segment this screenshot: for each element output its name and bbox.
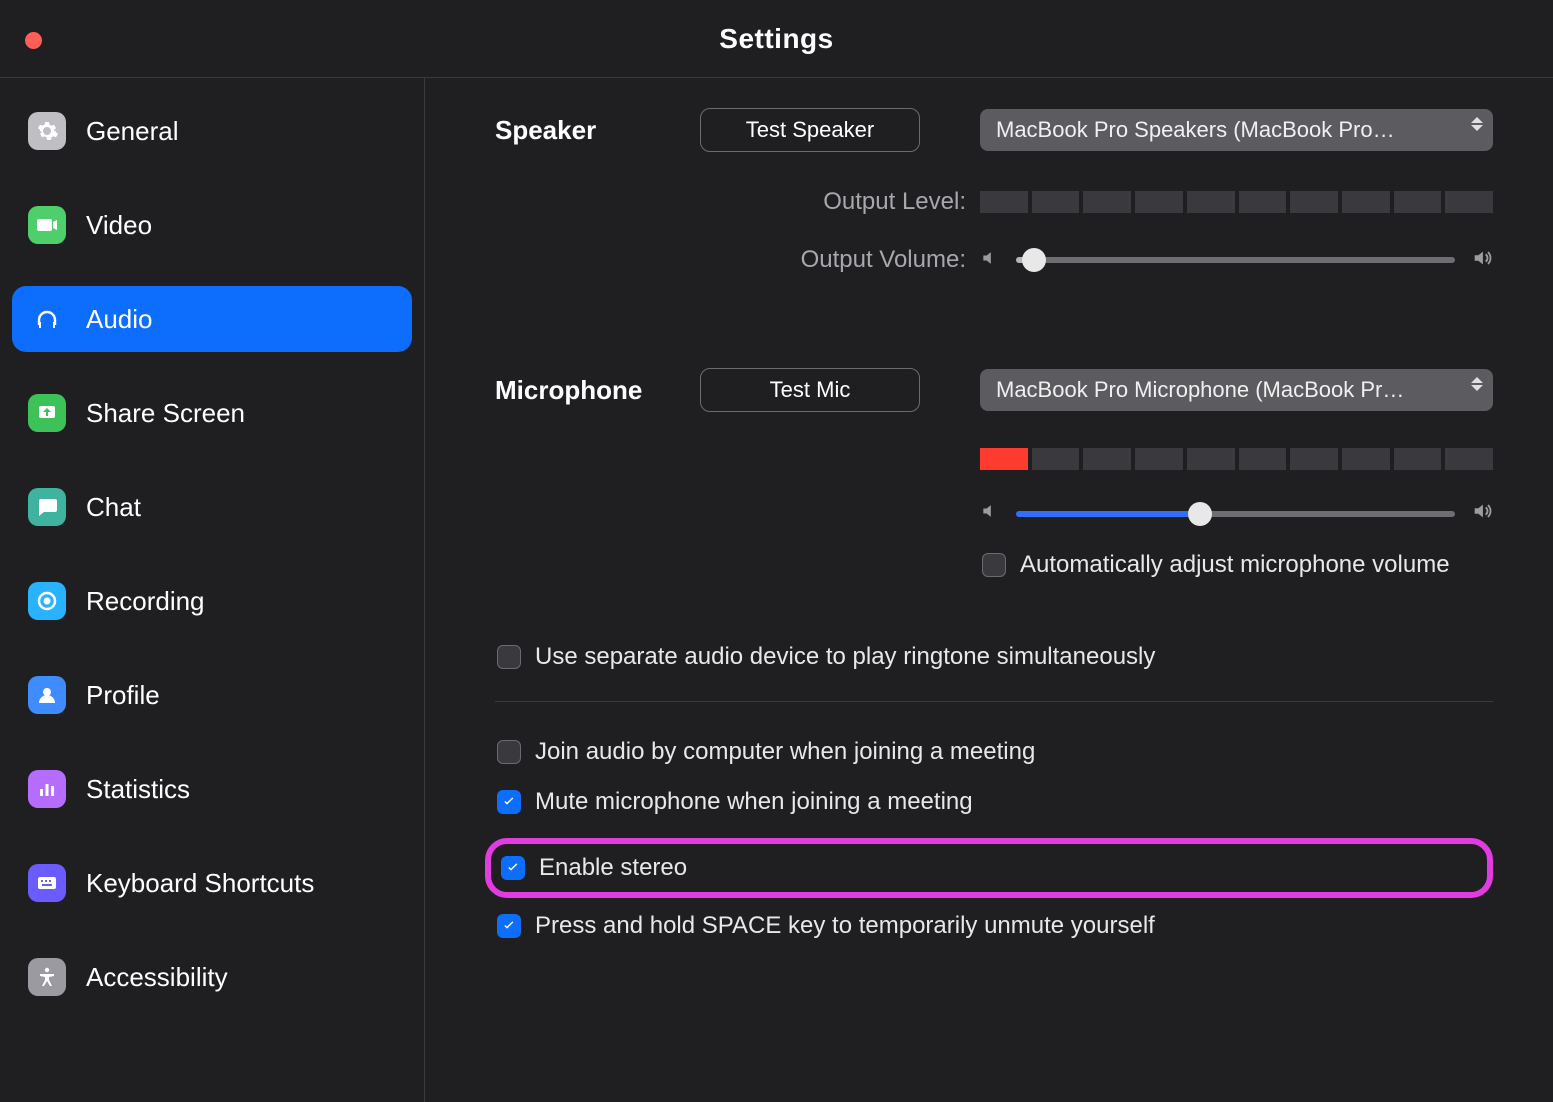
auto-adjust-mic-checkbox[interactable]	[982, 553, 1006, 577]
enable-stereo-row: Enable stereo	[485, 838, 1493, 898]
join-audio-checkbox[interactable]	[497, 740, 521, 764]
speaker-row: Speaker Test Speaker MacBook Pro Speaker…	[495, 108, 1493, 152]
video-icon	[28, 206, 66, 244]
output-level-meter	[980, 191, 1493, 213]
profile-icon	[28, 676, 66, 714]
output-level-row: Output Level:	[495, 188, 1493, 216]
sidebar-item-label: Share Screen	[86, 398, 245, 429]
enable-stereo-label: Enable stereo	[539, 854, 687, 882]
sidebar-item-statistics[interactable]: Statistics	[12, 756, 412, 822]
chevron-updown-icon	[1471, 117, 1483, 131]
sidebar-item-chat[interactable]: Chat	[12, 474, 412, 540]
chat-icon	[28, 488, 66, 526]
sidebar-item-label: Profile	[86, 680, 160, 711]
volume-high-icon	[1471, 500, 1493, 527]
share-screen-icon	[28, 394, 66, 432]
body: General Video Audio Share Screen Chat Re…	[0, 78, 1553, 1102]
sidebar-item-label: Video	[86, 210, 152, 241]
gear-icon	[28, 112, 66, 150]
auto-adjust-row: Automatically adjust microphone volume	[495, 551, 1493, 579]
input-level-row	[495, 448, 1493, 470]
sidebar-item-label: Chat	[86, 492, 141, 523]
press-hold-space-row: Press and hold SPACE key to temporarily …	[495, 912, 1493, 940]
sidebar-item-label: Accessibility	[86, 962, 228, 993]
settings-window: Settings General Video Audio Share Scree…	[0, 0, 1553, 1102]
sidebar-item-profile[interactable]: Profile	[12, 662, 412, 728]
sidebar-item-accessibility[interactable]: Accessibility	[12, 944, 412, 1010]
mute-on-join-checkbox[interactable]	[497, 790, 521, 814]
speaker-device-select[interactable]: MacBook Pro Speakers (MacBook Pro…	[980, 109, 1493, 151]
sidebar-item-share-screen[interactable]: Share Screen	[12, 380, 412, 446]
separate-ringtone-checkbox[interactable]	[497, 645, 521, 669]
audio-settings-pane: Speaker Test Speaker MacBook Pro Speaker…	[425, 78, 1553, 1102]
output-level-label: Output Level:	[495, 188, 980, 216]
separate-ringtone-row: Use separate audio device to play ringto…	[495, 643, 1493, 671]
volume-low-icon	[980, 248, 1000, 273]
enable-stereo-checkbox[interactable]	[501, 856, 525, 880]
input-volume-slider[interactable]	[980, 500, 1493, 527]
sidebar-item-recording[interactable]: Recording	[12, 568, 412, 634]
window-title: Settings	[0, 23, 1553, 55]
section-divider	[495, 701, 1493, 702]
test-mic-button[interactable]: Test Mic	[700, 368, 920, 412]
test-speaker-button[interactable]: Test Speaker	[700, 108, 920, 152]
sidebar-item-label: Keyboard Shortcuts	[86, 868, 314, 899]
headphones-icon	[28, 300, 66, 338]
join-audio-row: Join audio by computer when joining a me…	[495, 738, 1493, 766]
sidebar: General Video Audio Share Screen Chat Re…	[0, 78, 425, 1102]
microphone-row: Microphone Test Mic MacBook Pro Micropho…	[495, 368, 1493, 412]
sidebar-item-label: Statistics	[86, 774, 190, 805]
press-hold-space-label: Press and hold SPACE key to temporarily …	[535, 912, 1155, 940]
titlebar: Settings	[0, 0, 1553, 78]
sidebar-item-label: Recording	[86, 586, 205, 617]
sidebar-item-general[interactable]: General	[12, 98, 412, 164]
speaker-section-label: Speaker	[495, 115, 700, 146]
microphone-device-value: MacBook Pro Microphone (MacBook Pr…	[996, 377, 1404, 403]
sidebar-item-audio[interactable]: Audio	[12, 286, 412, 352]
chevron-updown-icon	[1471, 377, 1483, 391]
sidebar-item-keyboard-shortcuts[interactable]: Keyboard Shortcuts	[12, 850, 412, 916]
mute-on-join-row: Mute microphone when joining a meeting	[495, 788, 1493, 816]
speaker-device-value: MacBook Pro Speakers (MacBook Pro…	[996, 117, 1395, 143]
accessibility-icon	[28, 958, 66, 996]
keyboard-icon	[28, 864, 66, 902]
volume-low-icon	[980, 501, 1000, 526]
window-controls	[25, 32, 42, 49]
sidebar-item-label: General	[86, 116, 179, 147]
recording-icon	[28, 582, 66, 620]
input-volume-row	[495, 500, 1493, 527]
input-level-meter	[980, 448, 1493, 470]
microphone-section-label: Microphone	[495, 375, 700, 406]
sidebar-item-label: Audio	[86, 304, 153, 335]
output-volume-label: Output Volume:	[495, 246, 980, 274]
volume-high-icon	[1471, 247, 1493, 274]
close-window-button[interactable]	[25, 32, 42, 49]
separate-ringtone-label: Use separate audio device to play ringto…	[535, 643, 1155, 671]
statistics-icon	[28, 770, 66, 808]
microphone-device-select[interactable]: MacBook Pro Microphone (MacBook Pr…	[980, 369, 1493, 411]
output-volume-row: Output Volume:	[495, 246, 1493, 274]
sidebar-item-video[interactable]: Video	[12, 192, 412, 258]
output-volume-slider[interactable]	[980, 247, 1493, 274]
auto-adjust-wrapper: Automatically adjust microphone volume	[980, 551, 1450, 579]
join-audio-label: Join audio by computer when joining a me…	[535, 738, 1035, 766]
auto-adjust-label: Automatically adjust microphone volume	[1020, 551, 1450, 579]
mute-on-join-label: Mute microphone when joining a meeting	[535, 788, 973, 816]
press-hold-space-checkbox[interactable]	[497, 914, 521, 938]
